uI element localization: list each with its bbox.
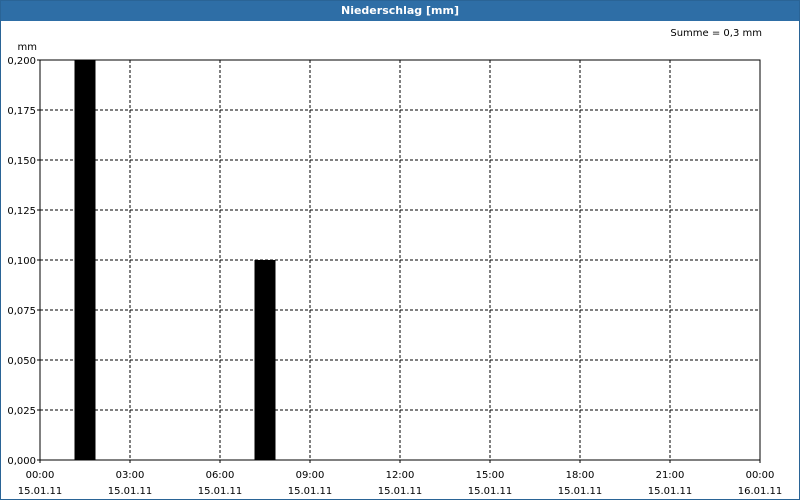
x-tick-label-date: 15.01.11 [198, 486, 243, 497]
y-tick-label: 0,075 [7, 306, 36, 317]
x-tick-label-time: 18:00 [566, 470, 595, 481]
x-tick-label-time: 09:00 [296, 470, 325, 481]
x-tick-label-date: 15.01.11 [288, 486, 333, 497]
x-tick-label-time: 06:00 [206, 470, 235, 481]
y-tick-label: 0,000 [7, 456, 36, 467]
y-tick-label: 0,150 [7, 156, 36, 167]
precipitation-chart: Summe = 0,3 mm mm 0,0000,0250,0500,0750,… [7, 28, 783, 497]
x-tick-label-date: 15.01.11 [648, 486, 693, 497]
x-tick-label-time: 15:00 [476, 470, 505, 481]
precipitation-bar [254, 260, 276, 460]
x-tick-label-date: 15.01.11 [378, 486, 423, 497]
x-tick-label-time: 00:00 [26, 470, 55, 481]
y-tick-label: 0,025 [7, 406, 36, 417]
x-tick-label-time: 21:00 [656, 470, 685, 481]
y-tick-label: 0,125 [7, 206, 36, 217]
y-axis-ticks: 0,000 0,025 0,050 0,075 0,100 0,125 0,150 0,175… [7, 56, 40, 467]
x-tick-label-time: 00:00 [746, 470, 775, 481]
x-tick-label-time: 03:00 [116, 470, 145, 481]
y-tick-label: 0,200 [7, 56, 36, 67]
x-axis-ticks: 00:00 15.01.11 03:00 15.01.11 06:00 15.01.11 0… [18, 460, 783, 497]
x-tick-label-date: 15.01.11 [18, 486, 63, 497]
y-tick-label: 0,175 [7, 106, 36, 117]
precipitation-bar [74, 60, 96, 460]
x-tick-label-date: 15.01.11 [108, 486, 153, 497]
x-tick-label-date: 15.01.11 [558, 486, 603, 497]
summary-label: Summe = 0,3 mm [670, 28, 762, 39]
x-tick-label-time: 12:00 [386, 470, 415, 481]
x-tick-label-date: 16.01.11 [738, 486, 783, 497]
y-axis-unit: mm [18, 42, 37, 53]
grid [40, 60, 760, 460]
y-tick-label: 0,050 [7, 356, 36, 367]
y-tick-label: 0,100 [7, 256, 36, 267]
x-tick-label-date: 15.01.11 [468, 486, 513, 497]
